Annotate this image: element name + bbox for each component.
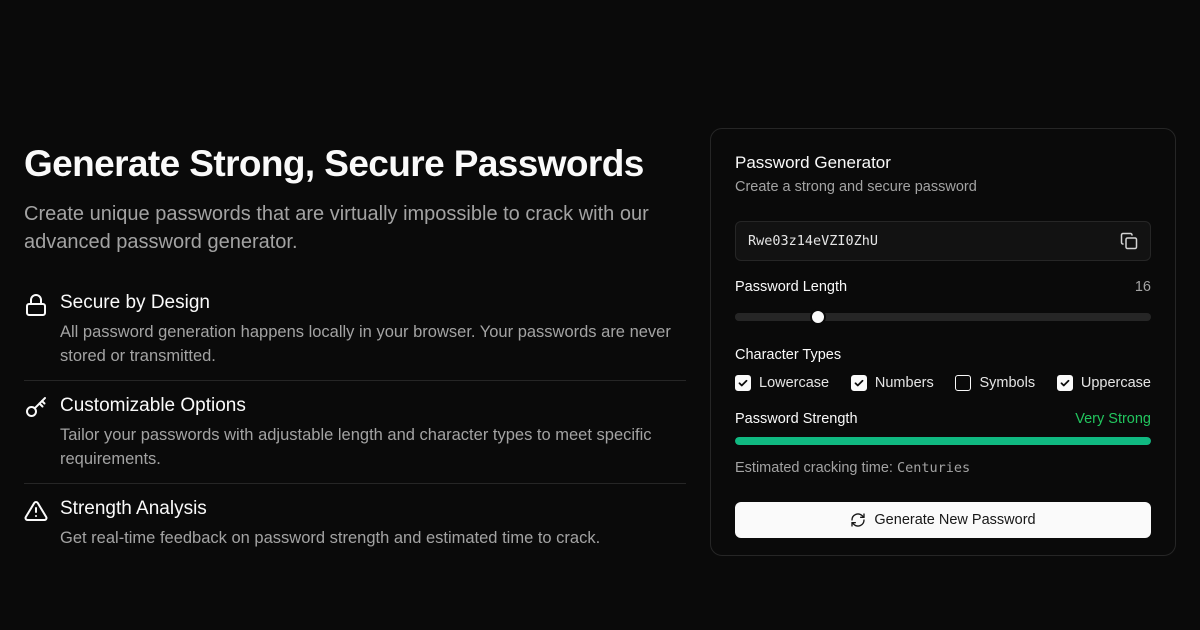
refresh-icon (851, 513, 866, 527)
feature-title: Secure by Design (60, 292, 210, 313)
length-row: Password Length 16 (735, 277, 1151, 297)
key-icon (24, 396, 48, 420)
checkbox-box[interactable] (955, 375, 972, 391)
card-subtitle: Create a strong and secure password (735, 179, 977, 195)
feature-description: Tailor your passwords with adjustable le… (60, 426, 652, 468)
checkbox-lowercase[interactable]: Lowercase (735, 373, 829, 393)
feature-item-secure: Secure by Design All password generation… (24, 290, 686, 380)
checkbox-box[interactable] (1056, 375, 1073, 391)
crack-time-value: Centuries (896, 460, 971, 476)
strength-meter-fill (735, 437, 1151, 445)
slider-thumb[interactable] (810, 309, 827, 325)
checkbox-symbols[interactable]: Symbols (955, 373, 1035, 393)
checkbox-label[interactable]: Symbols (979, 373, 1035, 393)
password-output[interactable]: Rwe03z14eVZI0ZhU (735, 221, 1151, 261)
copy-icon[interactable] (1120, 232, 1138, 250)
warning-triangle-icon (24, 499, 48, 523)
card-title: Password Generator (735, 153, 891, 172)
checkbox-numbers[interactable]: Numbers (850, 373, 934, 393)
hero-section: Generate Strong, Secure Passwords Create… (24, 142, 686, 562)
slider-fill (735, 313, 819, 321)
checkbox-box[interactable] (850, 375, 867, 391)
feature-title: Customizable Options (60, 395, 246, 416)
length-value: 16 (1134, 279, 1151, 295)
feature-title: Strength Analysis (60, 498, 207, 519)
strength-row: Password Strength Very Strong (735, 409, 1151, 429)
password-generator-card: Password Generator Create a strong and s… (710, 128, 1176, 556)
feature-list: Secure by Design All password generation… (24, 290, 686, 562)
page-subtitle: Create unique passwords that are virtual… (24, 203, 649, 253)
feature-item-customizable: Customizable Options Tailor your passwor… (24, 380, 686, 483)
strength-meter (735, 437, 1151, 445)
crack-time-label: Estimated cracking time: (735, 460, 893, 476)
checkbox-label[interactable]: Numbers (875, 373, 934, 393)
feature-description: Get real-time feedback on password stren… (60, 529, 601, 547)
page: Generate Strong, Secure Passwords Create… (0, 0, 1200, 630)
lock-icon (24, 293, 48, 317)
crack-time: Estimated cracking time: Centuries (735, 458, 1151, 478)
length-label: Password Length (735, 279, 848, 295)
character-type-options: Lowercase Numbers Symbols Uppercase (735, 373, 1151, 393)
checkbox-label[interactable]: Lowercase (759, 373, 829, 393)
feature-description: All password generation happens locally … (60, 323, 671, 365)
strength-label: Password Strength (735, 411, 858, 427)
feature-text: Customizable Options Tailor your passwor… (60, 393, 686, 471)
page-title: Generate Strong, Secure Passwords (24, 143, 644, 184)
password-text[interactable]: Rwe03z14eVZI0ZhU (748, 233, 878, 249)
feature-text: Strength Analysis Get real-time feedback… (60, 496, 600, 550)
checkbox-uppercase[interactable]: Uppercase (1056, 373, 1151, 393)
feature-text: Secure by Design All password generation… (60, 290, 686, 368)
generate-button-label[interactable]: Generate New Password (874, 512, 1035, 528)
generate-password-button[interactable]: Generate New Password (735, 502, 1151, 538)
checkbox-label[interactable]: Uppercase (1081, 373, 1151, 393)
length-slider[interactable] (735, 309, 1151, 325)
feature-item-strength: Strength Analysis Get real-time feedback… (24, 483, 686, 562)
checkbox-box[interactable] (735, 375, 751, 391)
character-types-label: Character Types (735, 347, 842, 363)
strength-value: Very Strong (1075, 411, 1151, 427)
